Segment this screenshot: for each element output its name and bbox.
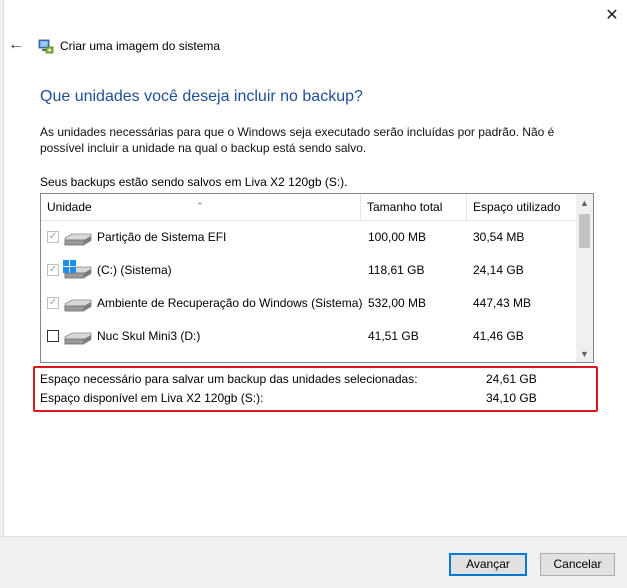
column-header: Unidade ⌃ Tamanho total Espaço utilizado: [41, 194, 576, 221]
drive-checkbox[interactable]: [47, 330, 59, 342]
drive-checkbox[interactable]: ✓: [47, 264, 59, 276]
drive-used-space: 30,54 MB: [473, 230, 525, 244]
drive-icon: [64, 233, 92, 246]
column-unidade-label: Unidade: [47, 200, 92, 214]
sort-ascending-icon: ⌃: [196, 201, 204, 211]
drive-checkbox[interactable]: ✓: [47, 297, 59, 309]
vertical-scrollbar[interactable]: ▲ ▼: [576, 194, 593, 362]
space-available-value: 34,10 GB: [486, 391, 537, 405]
wizard-title: Criar uma imagem do sistema: [60, 39, 221, 53]
space-available-label: Espaço disponível em Liva X2 120gb (S:):: [40, 391, 264, 405]
drive-name: (C:) (Sistema): [97, 263, 172, 277]
column-tamanho-total[interactable]: Tamanho total: [361, 194, 467, 220]
drive-name: Nuc Skul Mini3 (D:): [97, 329, 201, 343]
drive-list[interactable]: Unidade ⌃ Tamanho total Espaço utilizado…: [40, 193, 594, 363]
close-button[interactable]: ✕: [597, 0, 627, 30]
drive-used-space: 24,14 GB: [473, 263, 524, 277]
drive-row-d[interactable]: Nuc Skul Mini3 (D:) 41,51 GB 41,46 GB: [41, 320, 576, 353]
check-mark-icon: ✓: [48, 297, 58, 308]
drive-total-size: 100,00 MB: [368, 230, 427, 244]
drive-checkbox[interactable]: ✓: [47, 231, 59, 243]
next-button[interactable]: Avançar: [449, 553, 527, 576]
back-button[interactable]: ←: [6, 34, 26, 56]
close-icon: ✕: [605, 7, 619, 24]
window-left-edge: [0, 0, 4, 587]
drive-icon: [64, 332, 92, 345]
drive-row-efi[interactable]: ✓ Partição de Sistema EFI 100,00 MB 30,5…: [41, 221, 576, 254]
scroll-down-icon: ▼: [580, 348, 589, 359]
column-espaco-utilizado-label: Espaço utilizado: [473, 200, 561, 214]
drive-total-size: 118,61 GB: [368, 263, 425, 277]
scroll-up-button[interactable]: ▲: [576, 194, 593, 211]
space-required-value: 24,61 GB: [486, 372, 537, 386]
drive-used-space: 447,43 MB: [473, 296, 532, 310]
scroll-thumb[interactable]: [579, 214, 590, 248]
scroll-down-button[interactable]: ▼: [576, 345, 593, 362]
drive-total-size: 532,00 MB: [368, 296, 427, 310]
cancel-button[interactable]: Cancelar: [540, 553, 615, 576]
scroll-up-icon: ▲: [580, 197, 589, 208]
drive-row-c[interactable]: ✓ (C:) (Sistema) 118,61 GB 24,14 GB: [41, 254, 576, 287]
column-tamanho-total-label: Tamanho total: [367, 200, 443, 214]
drive-used-space: 41,46 GB: [473, 329, 524, 343]
drive-name: Ambiente de Recuperação do Windows (Sist…: [97, 296, 363, 310]
command-bar: [0, 536, 627, 588]
backup-destination-text: Seus backups estão sendo salvos em Liva …: [40, 175, 348, 189]
check-mark-icon: ✓: [48, 264, 58, 275]
column-espaco-utilizado[interactable]: Espaço utilizado: [467, 194, 576, 220]
column-unidade[interactable]: Unidade ⌃: [41, 194, 361, 220]
drive-total-size: 41,51 GB: [368, 329, 419, 343]
back-arrow-icon: ←: [8, 36, 24, 53]
check-mark-icon: ✓: [48, 231, 58, 242]
page-title: Que unidades você deseja incluir no back…: [40, 88, 363, 105]
windows-logo-icon: [63, 260, 76, 273]
drive-row-recovery[interactable]: ✓ Ambiente de Recuperação do Windows (Si…: [41, 287, 576, 320]
backup-wizard-icon: [38, 39, 54, 54]
page-description: As unidades necessárias para que o Windo…: [40, 125, 555, 155]
space-required-label: Espaço necessário para salvar um backup …: [40, 372, 418, 386]
drive-name: Partição de Sistema EFI: [97, 230, 227, 244]
drive-icon: [64, 299, 92, 312]
